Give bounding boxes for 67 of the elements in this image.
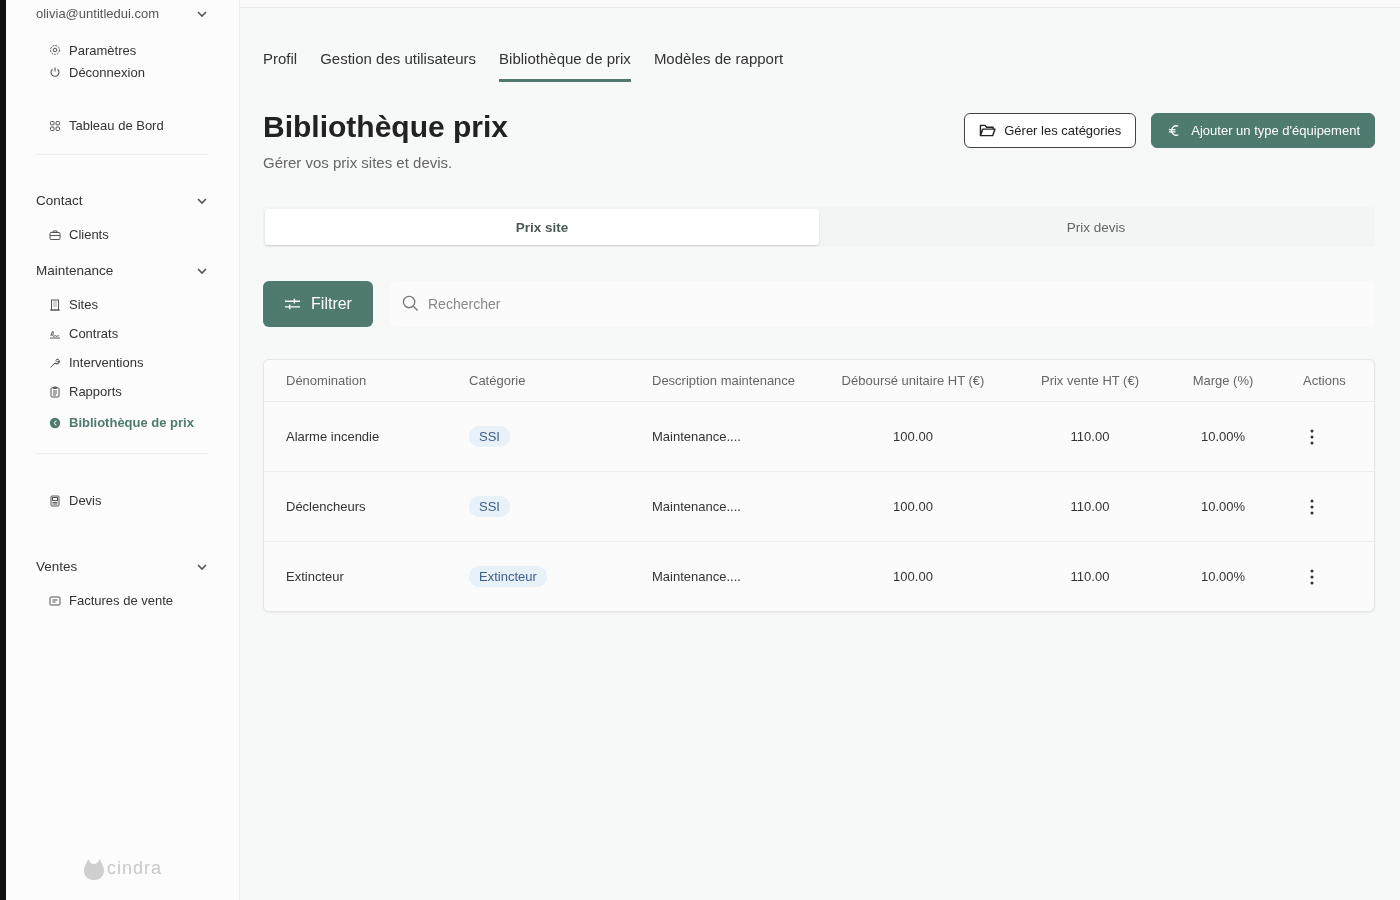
- document-icon: [49, 494, 61, 507]
- table-cell: 10.00%: [1200, 569, 1246, 584]
- column-header: Catégorie: [469, 373, 526, 388]
- folder-icon: [979, 123, 997, 138]
- segment-tab[interactable]: Prix devis: [819, 209, 1373, 245]
- column-header: Marge (%): [1192, 373, 1254, 388]
- sidebar-item[interactable]: Rapports: [36, 377, 209, 406]
- column-header: Description maintenance: [652, 373, 796, 388]
- sidebar-item[interactable]: Clients: [36, 220, 209, 249]
- table-cell: Déclencheurs: [286, 499, 366, 514]
- building-icon: [49, 298, 61, 311]
- table-cell: 100.00: [893, 499, 933, 514]
- section-title: Contact: [36, 193, 83, 208]
- sidebar-item[interactable]: Interventions: [36, 348, 209, 377]
- table-cell: Maintenance....: [652, 499, 741, 514]
- receipt-icon: [49, 594, 61, 607]
- section-title: Maintenance: [36, 263, 114, 278]
- gear-icon: [49, 44, 61, 56]
- sidebar-item[interactable]: Contrats: [36, 319, 209, 348]
- coin-icon: [49, 416, 61, 429]
- sidebar-item[interactable]: Tableau de Bord: [36, 111, 209, 140]
- sidebar-item[interactable]: Devis: [36, 486, 209, 515]
- account-email: olivia@untitledui.com: [36, 6, 160, 21]
- tab[interactable]: Gestion des utilisateurs: [320, 50, 477, 82]
- column-header: Actions: [1302, 373, 1347, 388]
- grid-icon: [49, 119, 61, 132]
- categories-button[interactable]: Gérer les catégories: [964, 113, 1137, 148]
- column-header: Prix vente HT (€): [1041, 373, 1139, 388]
- category-tag: SSI: [469, 426, 510, 447]
- page-title: Bibliothèque prix: [263, 110, 508, 144]
- category-tag: SSI: [469, 496, 510, 517]
- table-cell: Maintenance....: [652, 429, 741, 444]
- table-cell: Maintenance....: [652, 569, 741, 584]
- table-cell: Extincteur: [286, 569, 344, 584]
- column-header: Déboursé unitaire HT (€): [841, 373, 985, 388]
- filter-button[interactable]: Filtrer: [263, 281, 373, 327]
- page-subtitle: Gérer vos prix sites et devis.: [263, 154, 454, 171]
- search-icon: [402, 295, 419, 312]
- more-options-icon[interactable]: [1310, 498, 1314, 515]
- more-options-icon[interactable]: [1310, 428, 1314, 445]
- table-cell: 10.00%: [1200, 499, 1246, 514]
- table-cell: 110.00: [1070, 569, 1110, 584]
- sidebar-item[interactable]: Sites: [36, 290, 209, 319]
- sidebar-item[interactable]: Déconnexion: [36, 61, 209, 83]
- tab[interactable]: Bibliothèque de prix: [499, 50, 631, 82]
- clipboard-icon: [49, 385, 61, 398]
- section-title: Ventes: [36, 559, 78, 574]
- power-icon: [49, 66, 61, 78]
- add-button[interactable]: Ajouter un type d'équipement: [1151, 113, 1375, 148]
- table-cell: 100.00: [893, 429, 933, 444]
- sidebar-item[interactable]: Paramètres: [36, 39, 209, 61]
- sidebar-item[interactable]: Bibliothèque de prix: [36, 406, 209, 439]
- search-field[interactable]: Rechercher: [390, 281, 1375, 327]
- tab[interactable]: Modèles de rapport: [653, 50, 784, 82]
- briefcase-icon: [49, 228, 61, 241]
- table-cell: 110.00: [1070, 499, 1110, 514]
- table-cell: 100.00: [893, 569, 933, 584]
- column-header: Dénomination: [286, 373, 367, 388]
- sidebar-item[interactable]: Factures de vente: [36, 586, 209, 615]
- table-cell: 110.00: [1070, 429, 1110, 444]
- more-options-icon[interactable]: [1310, 568, 1314, 585]
- sliders-icon: [284, 297, 302, 311]
- segment-tab[interactable]: Prix site: [265, 209, 819, 245]
- tab[interactable]: Profil: [263, 50, 298, 82]
- category-tag: Extincteur: [469, 566, 547, 587]
- table-cell: Alarme incendie: [286, 429, 380, 444]
- table-cell: 10.00%: [1200, 429, 1246, 444]
